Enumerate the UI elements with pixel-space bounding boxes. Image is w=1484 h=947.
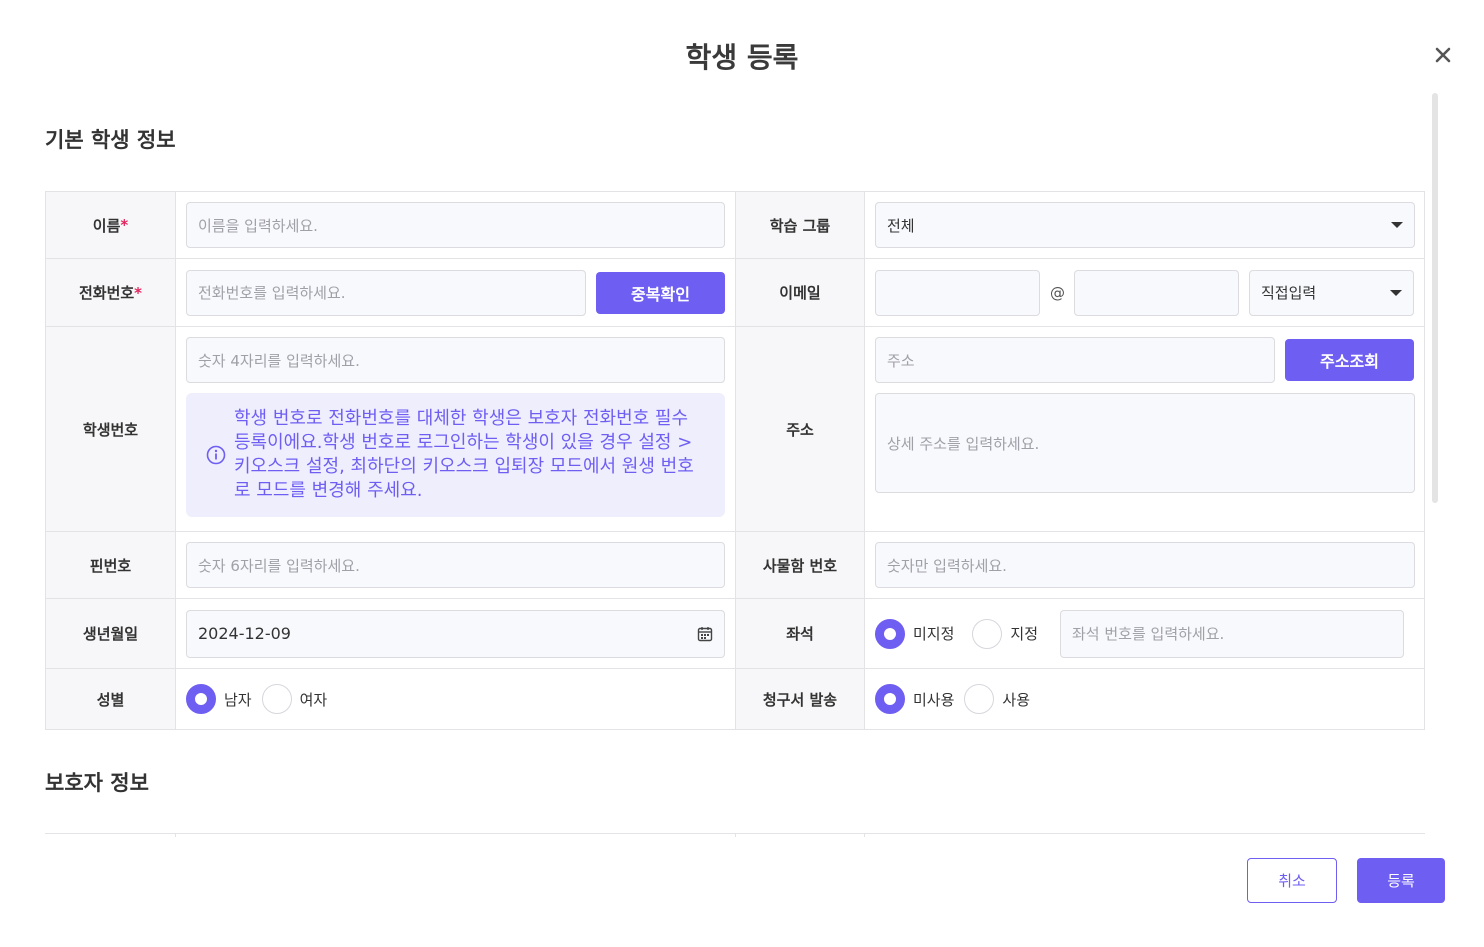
duplicate-check-button[interactable]: 중복확인 [596,271,725,314]
gender-option-label: 여자 [299,690,328,709]
pin-label: 핀번호 [46,532,176,598]
invoice-option-label: 미사용 [913,690,955,709]
divider [175,833,176,837]
group-label: 학습 그룹 [736,192,865,258]
group-select-value: 전체 [887,216,915,235]
row-birth-seat: 생년월일 2024-12-09 좌석 미지정 지정 좌석 번호를 입력하세요. [46,599,1424,669]
invoice-cell: 미사용 사용 [865,669,1425,729]
locker-input[interactable]: 숫자만 입력하세요. [875,542,1415,588]
email-label: 이메일 [736,259,865,326]
row-name-group: 이름 * 이름을 입력하세요. 학습 그룹 전체 [46,192,1424,259]
phone-input[interactable]: 전화번호를 입력하세요. [186,269,586,316]
invoice-label: 청구서 발송 [736,669,865,729]
email-domain-input[interactable] [1074,269,1239,316]
row-phone-email: 전화번호 * 전화번호를 입력하세요. 중복확인 이메일 @ 직접입력 [46,259,1424,327]
divider [864,833,865,837]
gender-radio-group: 남자 여자 [186,684,327,714]
invoice-radio-group: 미사용 사용 [875,684,1030,714]
info-line: 등록이에요.학생 번호로 로그인하는 학생이 있을 경우 설정 > [234,432,693,453]
gender-option-label: 남자 [224,690,252,709]
row-studentno-address: 학생번호 숫자 4자리를 입력하세요. 학생 번호로 전화번호를 대체한 학생은… [46,327,1424,532]
gender-radio-male[interactable] [186,684,216,714]
locker-cell: 숫자만 입력하세요. [865,532,1425,598]
birth-date-input[interactable]: 2024-12-09 [186,609,725,658]
email-at-sign: @ [1050,283,1065,302]
chevron-down-icon [1391,222,1403,228]
address-label: 주소 [736,327,865,531]
student-no-info-text: 학생 번호로 전화번호를 대체한 학생은 보호자 전화번호 필수 등록이에요.학… [234,407,694,503]
student-no-input[interactable]: 숫자 4자리를 입력하세요. [186,337,725,383]
seat-radio-unassigned[interactable] [875,618,905,649]
seat-option-label: 지정 [1010,625,1039,643]
modal-title: 학생 등록 [685,41,799,74]
address-cell: 주소 주소조회 상세 주소를 입력하세요. [865,327,1425,531]
address-input[interactable]: 주소 [875,337,1275,383]
required-mark: * [134,283,143,302]
pin-input[interactable]: 숫자 6자리를 입력하세요. [186,542,725,588]
basic-info-table: 이름 * 이름을 입력하세요. 학습 그룹 전체 전화번호 * 전화번호를 입력하세… [45,191,1425,730]
student-no-label: 학생번호 [46,327,176,531]
birth-label: 생년월일 [46,599,176,668]
phone-label: 전화번호 * [46,259,176,326]
locker-label: 사물함 번호 [736,532,865,598]
chevron-down-icon [1390,289,1402,296]
seat-option-label: 미지정 [913,625,955,643]
section-title-basic: 기본 학생 정보 [45,128,176,152]
cancel-button[interactable]: 취소 [1247,858,1337,903]
info-icon [206,445,226,465]
row-gender-invoice: 성별 남자 여자 청구서 발송 미사용 사용 [46,669,1424,729]
required-mark: * [120,216,129,234]
close-icon[interactable] [1432,44,1454,66]
email-cell: @ 직접입력 [865,259,1425,326]
gender-label: 성별 [46,669,176,729]
pin-cell: 숫자 6자리를 입력하세요. [176,532,736,598]
info-line: 학생 번호로 전화번호를 대체한 학생은 보호자 전화번호 필수 [234,408,689,429]
phone-cell: 전화번호를 입력하세요. 중복확인 [176,259,736,326]
group-select[interactable]: 전체 [875,202,1415,248]
section-title-guardian: 보호자 정보 [45,771,149,795]
email-domain-select-value: 직접입력 [1261,284,1317,302]
info-line: 키오스크 설정, 최하단의 키오스크 입퇴장 모드에서 원생 번호 [234,456,694,477]
seat-number-input[interactable]: 좌석 번호를 입력하세요. [1060,609,1404,658]
invoice-option-label: 사용 [1002,690,1031,709]
name-cell: 이름을 입력하세요. [176,192,736,258]
calendar-icon[interactable] [697,626,713,642]
info-line: 로 모드를 변경해 주세요. [234,480,423,501]
email-domain-select[interactable]: 직접입력 [1249,269,1414,316]
address-detail-input[interactable]: 상세 주소를 입력하세요. [875,393,1415,493]
invoice-radio-on[interactable] [964,684,995,714]
address-search-button[interactable]: 주소조회 [1285,339,1414,381]
seat-label: 좌석 [736,599,865,668]
seat-cell: 미지정 지정 좌석 번호를 입력하세요. [865,599,1425,668]
name-input[interactable]: 이름을 입력하세요. [186,202,725,248]
gender-cell: 남자 여자 [176,669,736,729]
invoice-radio-off[interactable] [875,684,905,714]
birth-date-value: 2024-12-09 [198,624,291,643]
gender-radio-female[interactable] [261,684,292,714]
name-label: 이름 * [46,192,176,258]
scrollbar[interactable] [1432,93,1438,503]
submit-button[interactable]: 등록 [1357,858,1445,903]
seat-radio-assigned[interactable] [972,618,1003,649]
seat-radio-group: 미지정 지정 [875,618,1060,649]
divider [735,833,736,837]
birth-cell: 2024-12-09 [176,599,736,668]
email-local-input[interactable] [875,269,1040,316]
student-no-info: 학생 번호로 전화번호를 대체한 학생은 보호자 전화번호 필수 등록이에요.학… [186,393,725,517]
student-no-cell: 숫자 4자리를 입력하세요. 학생 번호로 전화번호를 대체한 학생은 보호자 … [176,327,736,531]
address-row: 주소 주소조회 [875,337,1415,383]
row-pin-locker: 핀번호 숫자 6자리를 입력하세요. 사물함 번호 숫자만 입력하세요. [46,532,1424,599]
group-cell: 전체 [865,192,1425,258]
